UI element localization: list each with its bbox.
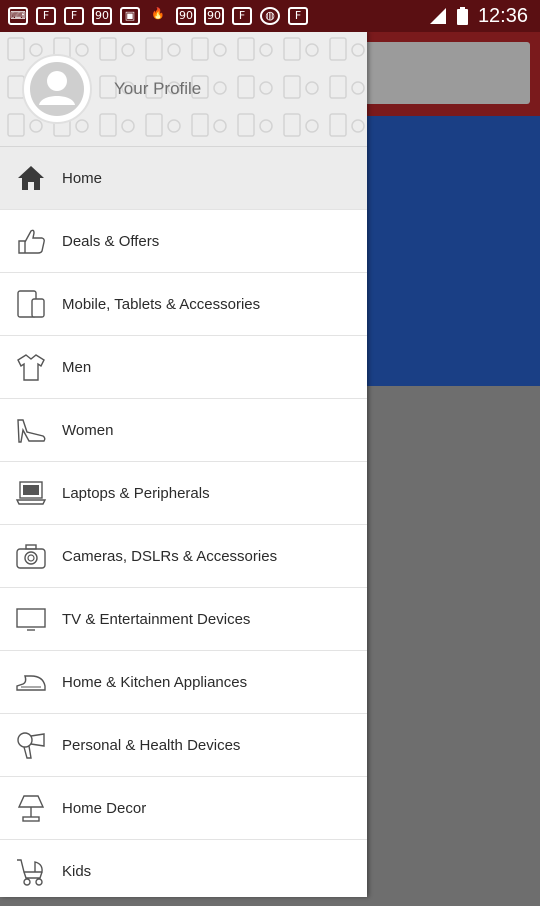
- menu-item-tv[interactable]: TV & Entertainment Devices: [0, 588, 367, 651]
- profile-name[interactable]: Your Profile: [114, 79, 201, 99]
- keyboard-icon: ⌨: [8, 7, 28, 25]
- mobile-tablet-icon: [15, 288, 47, 320]
- menu-item-deals-offers[interactable]: Deals & Offers: [0, 210, 367, 273]
- menu-item-personal-health[interactable]: Personal & Health Devices: [0, 714, 367, 777]
- menu-item-mobile-tablets[interactable]: Mobile, Tablets & Accessories: [0, 273, 367, 336]
- menu-item-label: Home Decor: [62, 799, 147, 817]
- hair-dryer-icon: [15, 729, 47, 761]
- menu-item-label: Laptops & Peripherals: [62, 484, 210, 502]
- camera-icon: [15, 540, 47, 572]
- menu-item-label: Home: [62, 169, 103, 187]
- flipkart-icon: F: [232, 7, 252, 25]
- menu-item-label: Home & Kitchen Appliances: [62, 673, 248, 691]
- flipkart-icon: F: [288, 7, 308, 25]
- status-bar: ⌨ F F 90 ▣ 🔥 90 90 F ◍ F 12:36: [0, 0, 540, 32]
- flipkart-icon: F: [36, 7, 56, 25]
- notification-icons: ⌨ F F 90 ▣ 🔥 90 90 F ◍ F: [0, 7, 308, 25]
- category-menu: Home Deals & Offers Mobile, Tablets & Ac…: [0, 147, 367, 897]
- signal-icon: [429, 8, 446, 24]
- menu-item-label: Men: [62, 358, 92, 376]
- thumbs-up-icon: [15, 225, 47, 257]
- menu-item-label: Kids: [62, 862, 92, 880]
- fire-icon: 🔥: [151, 7, 165, 20]
- user-icon: [30, 62, 84, 116]
- menu-item-cameras[interactable]: Cameras, DSLRs & Accessories: [0, 525, 367, 588]
- menu-item-laptops[interactable]: Laptops & Peripherals: [0, 462, 367, 525]
- basketball-icon: ◍: [260, 7, 280, 25]
- gallery-icon: ▣: [120, 7, 140, 25]
- menu-item-label: Personal & Health Devices: [62, 736, 241, 754]
- background-search-bar: [360, 42, 530, 104]
- avatar[interactable]: [22, 54, 92, 124]
- menu-item-home-kitchen[interactable]: Home & Kitchen Appliances: [0, 651, 367, 714]
- tv-icon: [15, 603, 47, 635]
- flipkart-icon: F: [64, 7, 84, 25]
- high-heel-icon: [15, 414, 47, 446]
- menu-item-home[interactable]: Home: [0, 147, 367, 210]
- ninety-icon: 90: [92, 7, 112, 25]
- menu-item-men[interactable]: Men: [0, 336, 367, 399]
- iron-icon: [15, 666, 47, 698]
- menu-item-home-decor[interactable]: Home Decor: [0, 777, 367, 840]
- shirt-icon: [15, 351, 47, 383]
- menu-item-women[interactable]: Women: [0, 399, 367, 462]
- menu-item-label: Women: [62, 421, 114, 439]
- navigation-drawer: Your Profile Home Deals & Offers Mobile,…: [0, 32, 367, 897]
- battery-icon: [456, 7, 468, 25]
- menu-item-kids[interactable]: Kids: [0, 840, 367, 897]
- menu-item-label: TV & Entertainment Devices: [62, 610, 251, 628]
- menu-item-label: Cameras, DSLRs & Accessories: [62, 547, 278, 565]
- ninety-icon: 90: [204, 7, 224, 25]
- lamp-icon: [15, 792, 47, 824]
- background-content: [360, 386, 540, 906]
- stroller-icon: [15, 855, 47, 887]
- laptop-icon: [15, 477, 47, 509]
- home-icon: [15, 162, 47, 194]
- menu-item-label: Deals & Offers: [62, 232, 160, 250]
- profile-header[interactable]: Your Profile: [0, 32, 367, 147]
- ninety-icon: 90: [176, 7, 196, 25]
- menu-item-label: Mobile, Tablets & Accessories: [62, 295, 261, 313]
- background-banner: [360, 116, 540, 386]
- status-time: 12:36: [477, 4, 528, 27]
